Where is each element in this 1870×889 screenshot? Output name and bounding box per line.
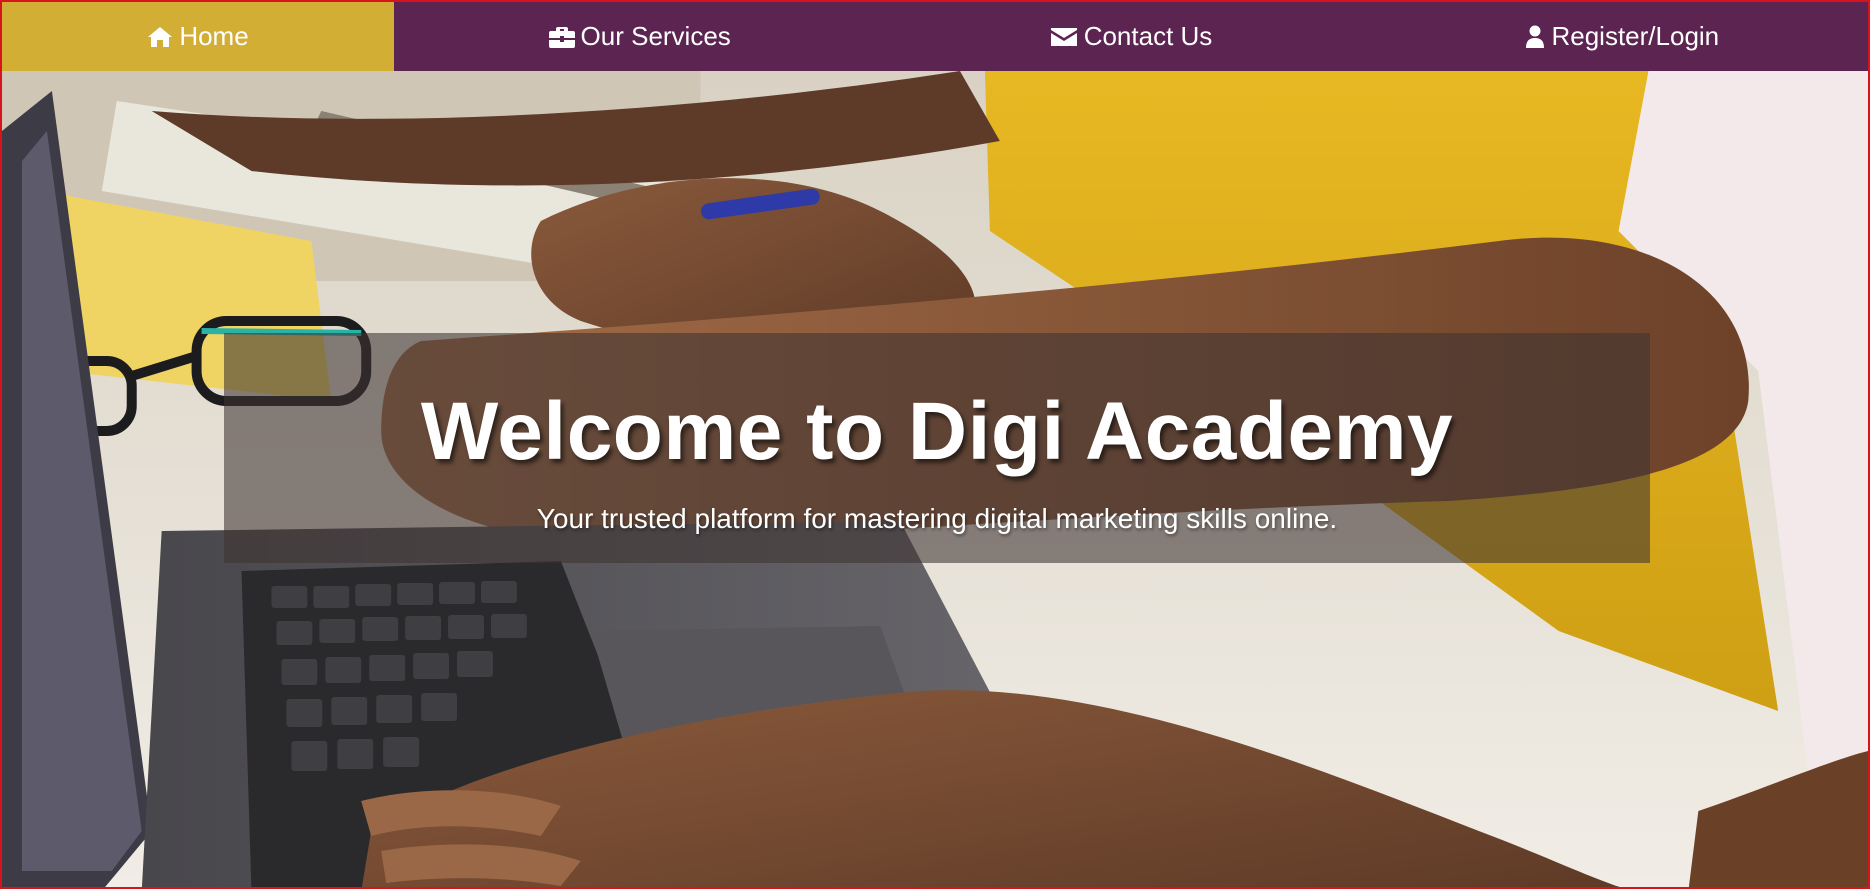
nav-item-label: Our Services [580, 21, 731, 51]
hero-subtitle: Your trusted platform for mastering digi… [536, 503, 1338, 534]
hero-title: Welcome to Digi Academy [420, 386, 1454, 477]
nav-item-home[interactable]: Home [2, 2, 394, 71]
nav-item-our-services[interactable]: Our Services [394, 2, 885, 71]
user-icon [1526, 25, 1545, 48]
hero-overlay: Welcome to Digi Academy Your trusted pla… [224, 333, 1650, 563]
main-navigation: Home Our Services Contact Us Register/Lo… [2, 2, 1868, 71]
briefcase-icon [548, 26, 575, 48]
nav-item-register-login[interactable]: Register/Login [1377, 2, 1868, 71]
home-icon [148, 26, 173, 47]
nav-item-label: Register/Login [1551, 21, 1720, 51]
nav-item-label: Contact Us [1083, 21, 1213, 51]
hero-banner: Welcome to Digi Academy Your trusted pla… [2, 71, 1868, 887]
page-frame: Home Our Services Contact Us Register/Lo… [0, 0, 1870, 889]
envelope-icon [1050, 27, 1077, 46]
nav-item-contact-us[interactable]: Contact Us [885, 2, 1376, 71]
nav-item-label: Home [179, 21, 249, 51]
